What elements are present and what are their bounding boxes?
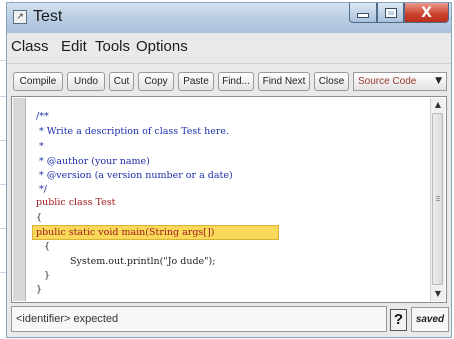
- copy-button[interactable]: Copy: [138, 72, 174, 91]
- minimize-button[interactable]: [349, 3, 377, 23]
- menu-edit[interactable]: Edit: [61, 38, 87, 55]
- code-line: {: [44, 241, 51, 252]
- scroll-up-icon[interactable]: ▲: [431, 98, 445, 112]
- maximize-icon: [384, 7, 397, 18]
- undo-button[interactable]: Undo: [67, 72, 105, 91]
- code-line: * Write a description of class Test here…: [36, 126, 230, 137]
- maximize-button[interactable]: [377, 3, 404, 23]
- code-editor[interactable]: /** * Write a description of class Test …: [11, 96, 447, 303]
- code-line-error: pbulic static void main(String args[]): [36, 227, 215, 238]
- code-line: System.out.println("Jo dude");: [70, 256, 216, 267]
- menu-bar: Class Edit Tools Options: [7, 34, 451, 60]
- title-bar[interactable]: ↗ Test X: [7, 3, 451, 33]
- find-button[interactable]: Find...: [218, 72, 254, 91]
- scrollbar-thumb[interactable]: [432, 113, 443, 285]
- window-icon: ↗: [13, 10, 27, 24]
- compile-button[interactable]: Compile: [13, 72, 63, 91]
- code-line: /**: [36, 111, 49, 122]
- close-button[interactable]: Close: [314, 72, 349, 91]
- menu-options[interactable]: Options: [136, 38, 188, 55]
- cut-button[interactable]: Cut: [109, 72, 134, 91]
- toolbar: Compile Undo Cut Copy Paste Find... Find…: [7, 63, 451, 94]
- code-line: * @version (a version number or a date): [36, 170, 233, 181]
- code-line: }: [44, 270, 51, 281]
- menu-tools[interactable]: Tools: [95, 38, 130, 55]
- status-message: <identifier> expected: [11, 306, 387, 332]
- source-code[interactable]: /** * Write a description of class Test …: [26, 97, 434, 302]
- bluej-editor-window: ↗ Test X Class Edit Tools Options Compil…: [6, 2, 452, 338]
- view-select[interactable]: Source Code ▼: [353, 72, 447, 91]
- close-window-button[interactable]: X: [404, 3, 449, 23]
- vertical-scrollbar[interactable]: ▲ ▼: [430, 98, 445, 301]
- paste-button[interactable]: Paste: [178, 72, 214, 91]
- menu-class[interactable]: Class: [11, 38, 49, 55]
- close-icon: X: [421, 4, 432, 21]
- find-next-button[interactable]: Find Next: [258, 72, 310, 91]
- minimize-icon: [357, 13, 369, 18]
- dropdown-arrow-icon: ▼: [435, 76, 442, 86]
- code-line: *: [36, 141, 44, 152]
- code-line: }: [36, 284, 43, 295]
- view-select-value: Source Code: [358, 76, 417, 87]
- scroll-down-icon[interactable]: ▼: [431, 287, 445, 301]
- code-line: */: [36, 184, 47, 195]
- code-line: public class Test: [36, 197, 116, 208]
- line-gutter: [13, 98, 26, 301]
- code-line: {: [36, 212, 43, 223]
- help-button[interactable]: ?: [390, 309, 407, 331]
- window-title: Test: [33, 8, 63, 25]
- saved-status: saved: [411, 307, 449, 332]
- code-line: * @author (your name): [36, 156, 150, 167]
